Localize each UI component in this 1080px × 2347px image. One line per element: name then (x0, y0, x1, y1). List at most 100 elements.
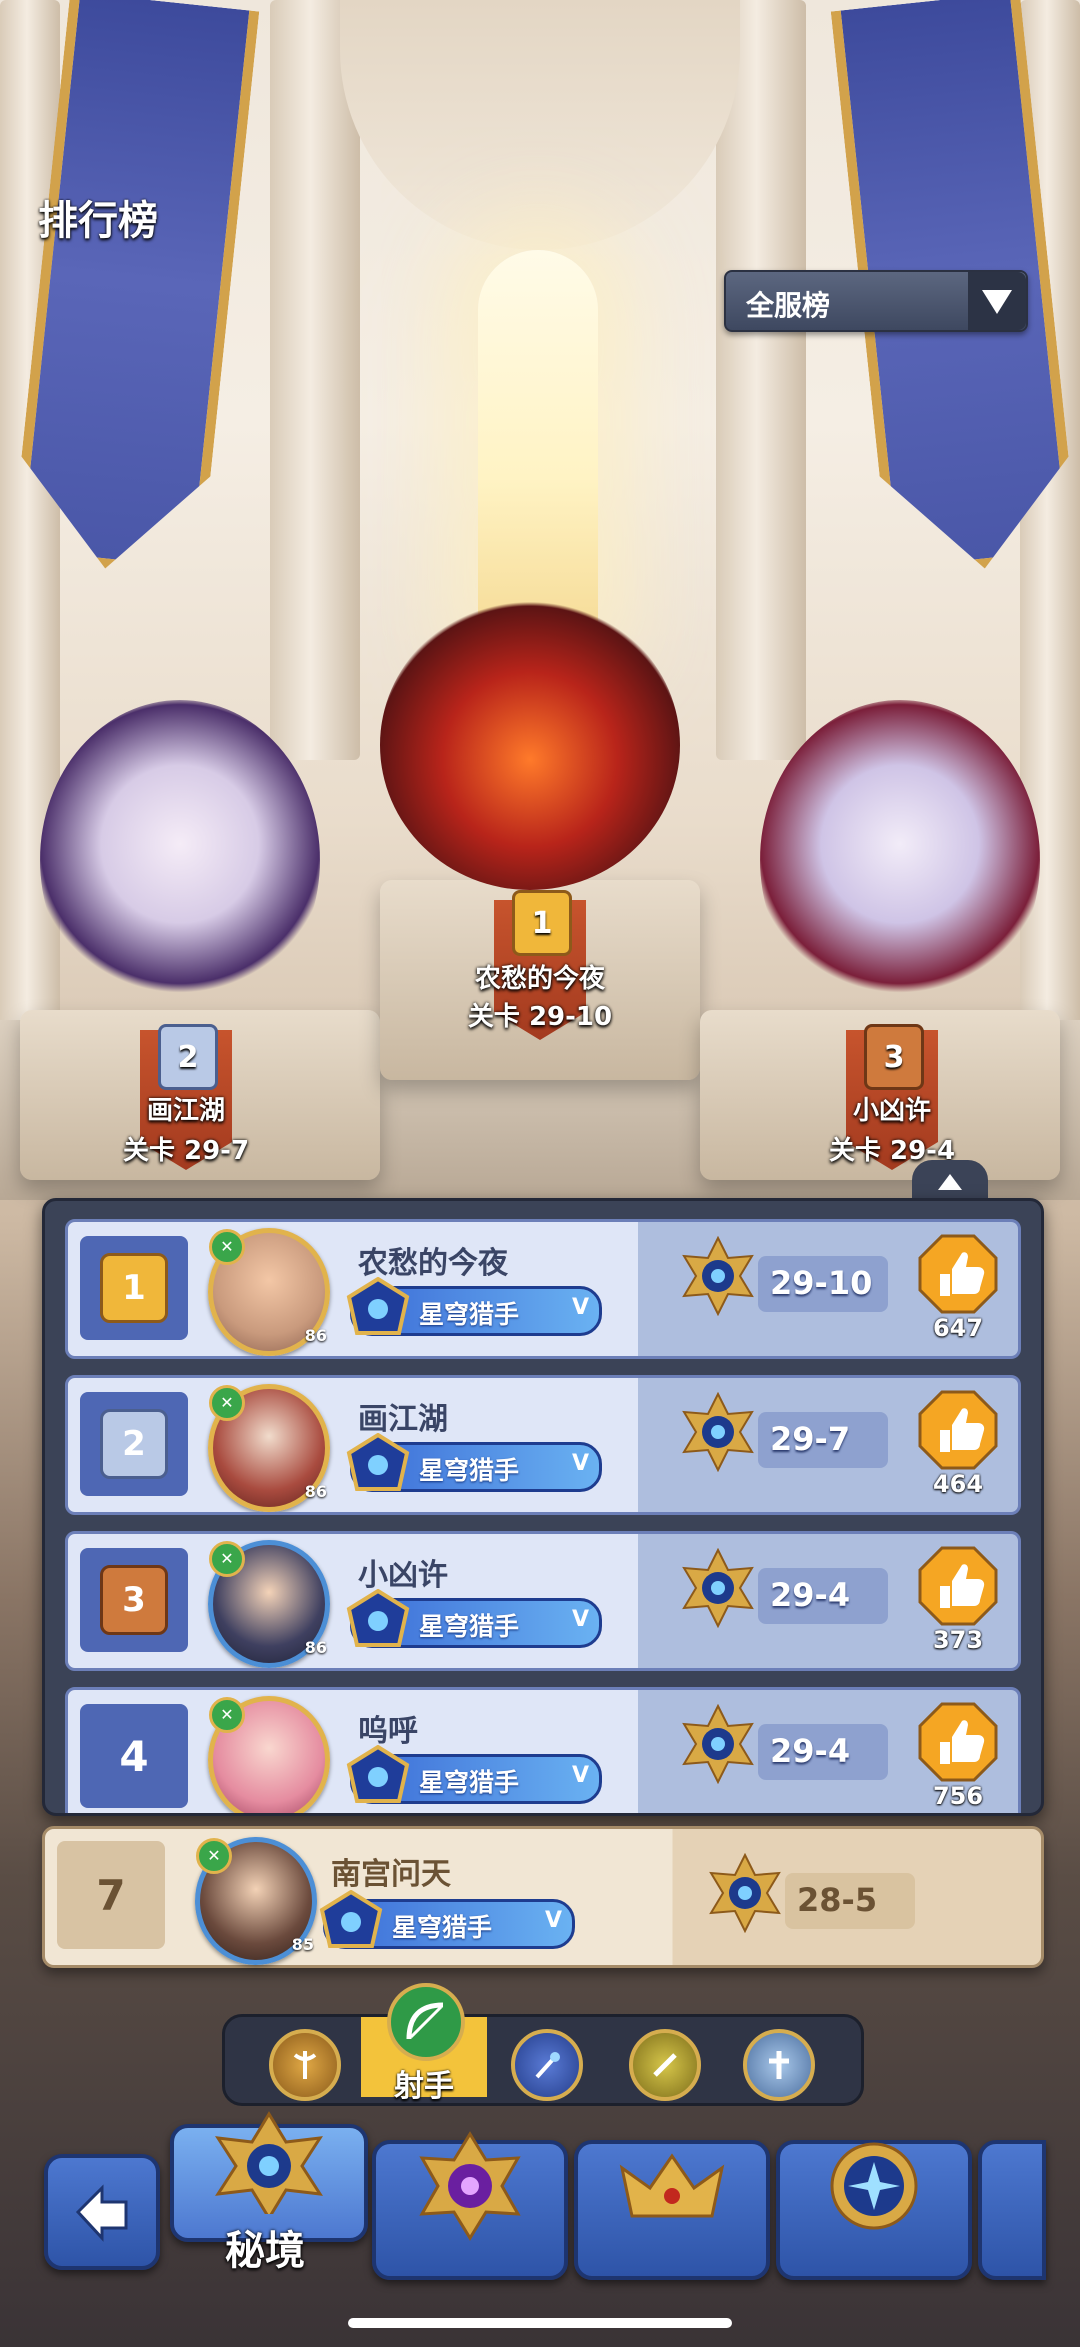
server-scope-dropdown[interactable]: 全服榜 (724, 270, 1028, 332)
podium-rank-badge-first: 1 (512, 890, 572, 956)
stage-value: 29-4 (758, 1568, 888, 1624)
table-row[interactable]: 2 ✕ 86 画江湖 星穹猎手 V 29-7 464 (65, 1375, 1021, 1515)
star-compass-icon (830, 2142, 918, 2230)
rank-number: 3 (122, 1580, 146, 1620)
hero-second-avatar[interactable] (40, 700, 320, 1020)
stage-value: 28-5 (785, 1873, 915, 1929)
title-tag: V (571, 1295, 589, 1320)
title-tag: V (571, 1763, 589, 1788)
like-button-icon[interactable] (918, 1546, 998, 1626)
table-row[interactable]: 1 ✕ 86 农愁的今夜 星穹猎手 V 29-10 647 (65, 1219, 1021, 1359)
stage-medal-icon (682, 1704, 754, 1784)
stage-medal-icon (682, 1236, 754, 1316)
leaderboard-list[interactable]: 1 ✕ 86 农愁的今夜 星穹猎手 V 29-10 647 2 ✕ 86 画江湖 (42, 1198, 1044, 1816)
class-badge-icon: ✕ (209, 1541, 245, 1577)
stage-text: 29-10 (770, 1264, 873, 1302)
avatar[interactable]: ✕ (208, 1696, 330, 1813)
secret-realm-icon (215, 2111, 323, 2214)
staff-icon[interactable] (511, 2029, 583, 2101)
chevron-up-icon (938, 1174, 962, 1190)
podium-rank-badge-third: 3 (864, 1024, 924, 1090)
player-name: 画江湖 (358, 1402, 448, 1437)
avatar[interactable]: ✕ 85 (195, 1837, 317, 1965)
podium-rank-number: 3 (883, 1039, 905, 1075)
tab-archer[interactable]: 射手 (361, 1983, 487, 2104)
nav-secret-realm-label: 秘境 (225, 2228, 305, 2274)
like-count: 756 (932, 1782, 984, 1810)
back-button[interactable] (44, 2154, 160, 2270)
class-badge-icon: ✕ (209, 1385, 245, 1421)
like-count: 373 (932, 1626, 984, 1654)
bright-window (478, 250, 598, 630)
title-emblem-icon (346, 1433, 410, 1491)
crown-icon (619, 2153, 725, 2218)
bow-icon (387, 1983, 465, 2061)
rank-badge: 2 (80, 1392, 188, 1496)
axe-icon[interactable] (269, 2029, 341, 2101)
stage-value: 29-7 (758, 1412, 888, 1468)
arch-top (340, 0, 740, 250)
stage-text: 29-4 (770, 1576, 851, 1614)
stage-text: 29-7 (770, 1420, 851, 1458)
like-button-icon[interactable] (918, 1234, 998, 1314)
hero-third-avatar[interactable] (760, 700, 1040, 1020)
class-filter-tabs[interactable]: 射手 (222, 1983, 864, 2106)
nav-crown[interactable] (574, 2140, 770, 2280)
stage-value: 29-4 (758, 1724, 888, 1780)
player-name: 呜呼 (358, 1714, 418, 1749)
collapse-toggle-button[interactable] (912, 1160, 988, 1200)
player-title: 星穹猎手 V (346, 1277, 602, 1336)
stage-medal-icon (682, 1392, 754, 1472)
title-tag: V (571, 1607, 589, 1632)
avatar[interactable]: ✕ 86 (208, 1384, 330, 1512)
chevron-down-icon (968, 272, 1026, 330)
title-tag: V (571, 1451, 589, 1476)
home-indicator (348, 2318, 732, 2328)
nav-purple-orb[interactable] (372, 2131, 568, 2280)
cross-icon[interactable] (743, 2029, 815, 2101)
my-rank-row[interactable]: 7 ✕ 85 南宫问天 星穹猎手 V 28-5 (42, 1826, 1044, 1968)
player-name: 农愁的今夜 (358, 1246, 508, 1281)
dagger-icon[interactable] (629, 2029, 701, 2101)
table-row[interactable]: 3 ✕ 86 小凶许 星穹猎手 V 29-4 373 (65, 1531, 1021, 1671)
avatar[interactable]: ✕ 86 (208, 1228, 330, 1356)
nav-star-compass[interactable] (776, 2140, 972, 2280)
podium-name-first: 农愁的今夜 (474, 964, 605, 994)
title-text: 星穹猎手 (419, 1300, 520, 1329)
avatar[interactable]: ✕ 86 (208, 1540, 330, 1668)
title-text: 星穹猎手 (419, 1456, 520, 1485)
stage-text: 28-5 (797, 1881, 878, 1919)
title-text: 星穹猎手 (392, 1913, 493, 1942)
title-emblem-icon (346, 1745, 410, 1803)
like-count: 647 (932, 1314, 984, 1342)
rank-badge: 3 (80, 1548, 188, 1652)
bottom-nav: 秘境 (0, 2110, 1080, 2290)
like-button-icon[interactable] (918, 1390, 998, 1470)
like-button-icon[interactable] (918, 1702, 998, 1782)
player-title: 星穹猎手 V (346, 1433, 602, 1492)
back-icon (75, 2184, 128, 2242)
podium-name-second: 画江湖 (146, 1096, 225, 1126)
hero-first-avatar[interactable] (380, 600, 680, 890)
player-title: 星穹猎手 V (319, 1890, 575, 1949)
title-emblem-icon (346, 1589, 410, 1647)
class-badge-icon: ✕ (196, 1838, 232, 1874)
tab-archer-label: 射手 (394, 2069, 454, 2104)
podium-stage-first: 关卡 29-10 (467, 1002, 613, 1032)
stage-text: 29-4 (770, 1732, 851, 1770)
pillar-left (0, 0, 60, 1150)
rank-number: 2 (122, 1424, 146, 1464)
rank-badge: 1 (80, 1236, 188, 1340)
page-title: 排行榜 (38, 198, 158, 244)
player-level: 86 (304, 1638, 327, 1657)
nav-more[interactable] (978, 2140, 1046, 2280)
class-badge-icon: ✕ (209, 1697, 245, 1733)
stage-medal-icon (682, 1548, 754, 1628)
table-row[interactable]: 4 ✕ 呜呼 星穹猎手 V 29-4 756 (65, 1687, 1021, 1813)
player-level: 86 (304, 1326, 327, 1345)
title-text: 星穹猎手 (419, 1768, 520, 1797)
like-count: 464 (932, 1470, 984, 1498)
dropdown-label: 全服榜 (746, 289, 831, 322)
rank-number: 7 (96, 1870, 126, 1920)
player-title: 星穹猎手 V (346, 1745, 602, 1804)
